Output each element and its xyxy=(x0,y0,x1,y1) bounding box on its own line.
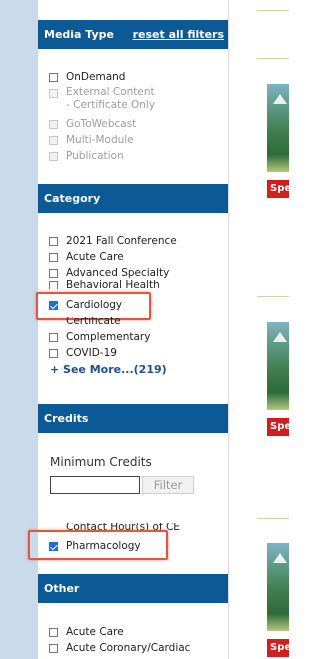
category-option-partial[interactable]: Behavioral Health xyxy=(49,279,160,289)
media-type-title: Media Type xyxy=(44,28,115,41)
checkbox[interactable] xyxy=(49,332,58,342)
filter-panel: Media Type reset all filters OnDemand Ex… xyxy=(28,0,229,659)
highlight-box-pharmacology xyxy=(28,530,168,560)
left-gutter xyxy=(0,0,38,659)
category-option[interactable]: COVID-19 xyxy=(49,345,117,361)
option-label: Acute Care xyxy=(66,626,124,638)
option-label: Publication xyxy=(66,150,124,162)
results-column: Spe Spe Spe xyxy=(229,0,289,659)
media-option-multi-module: Multi-Module xyxy=(49,132,134,148)
media-type-header: Media Type reset all filters xyxy=(38,20,228,49)
course-thumbnail[interactable] xyxy=(267,322,289,410)
checkbox[interactable] xyxy=(49,268,58,278)
category-option-partial[interactable]: Certificate xyxy=(49,317,121,327)
checkbox xyxy=(49,89,58,98)
special-tag: Spe xyxy=(267,180,289,198)
option-label: Advanced Specialty xyxy=(66,267,170,279)
media-option-gotowebcast: GoToWebcast xyxy=(49,116,136,132)
checkbox xyxy=(49,135,58,145)
checkbox[interactable] xyxy=(49,281,58,289)
category-option[interactable]: Acute Care xyxy=(49,249,124,265)
checkbox[interactable] xyxy=(49,627,58,637)
option-label: Multi-Module xyxy=(66,134,134,146)
option-label: Certificate xyxy=(66,317,121,327)
option-label: External Content - Certificate Only xyxy=(66,86,156,111)
special-tag: Spe xyxy=(267,418,289,436)
checkbox[interactable] xyxy=(49,252,58,262)
media-option-publication: Publication xyxy=(49,148,124,164)
option-label: Complementary xyxy=(66,331,151,343)
category-option[interactable]: 2021 Fall Conference xyxy=(49,233,177,249)
media-option-ondemand[interactable]: OnDemand xyxy=(49,69,125,85)
divider xyxy=(257,58,289,59)
media-option-external-content: External Content - Certificate Only xyxy=(49,86,159,114)
category-option[interactable]: Complementary xyxy=(49,329,150,345)
option-label: COVID-19 xyxy=(66,347,117,359)
option-label: GoToWebcast xyxy=(66,118,137,130)
option-label: 2021 Fall Conference xyxy=(66,235,177,247)
checkbox xyxy=(49,119,58,129)
course-thumbnail[interactable] xyxy=(267,84,289,172)
see-more-link[interactable]: + See More...(219) xyxy=(50,363,167,376)
credits-header: Credits xyxy=(38,404,228,433)
special-tag: Spe xyxy=(267,639,289,657)
divider xyxy=(257,296,289,297)
other-option[interactable]: Acute Coronary/Cardiac xyxy=(49,640,190,656)
category-title: Category xyxy=(44,192,101,205)
option-label: OnDemand xyxy=(66,71,126,83)
option-label: Acute Care xyxy=(66,251,124,263)
option-label: Behavioral Health xyxy=(66,279,160,289)
divider xyxy=(257,518,289,519)
category-header: Category xyxy=(38,184,228,213)
minimum-credits-label: Minimum Credits xyxy=(50,455,152,469)
option-label: Acute Coronary/Cardiac xyxy=(66,642,191,654)
checkbox[interactable] xyxy=(49,643,58,653)
reset-all-filters-link[interactable]: reset all filters xyxy=(133,20,224,49)
course-thumbnail[interactable] xyxy=(267,543,289,631)
credits-title: Credits xyxy=(44,412,89,425)
checkbox[interactable] xyxy=(49,72,58,82)
other-header: Other xyxy=(38,574,228,603)
checkbox[interactable] xyxy=(49,348,58,358)
minimum-credits-input[interactable] xyxy=(50,476,140,494)
highlight-box-cardiology xyxy=(36,292,151,320)
other-title: Other xyxy=(44,582,80,595)
checkbox xyxy=(49,151,58,161)
checkbox[interactable] xyxy=(49,236,58,246)
other-option[interactable]: Acute Care xyxy=(49,624,124,640)
divider xyxy=(257,10,289,11)
filter-button[interactable]: Filter xyxy=(142,476,194,494)
